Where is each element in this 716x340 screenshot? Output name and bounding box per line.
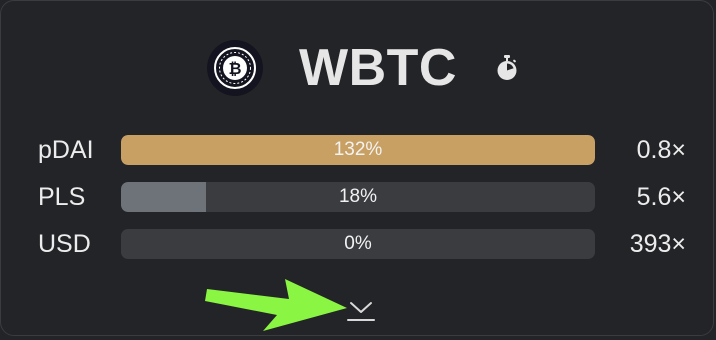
token-card: ₿ WBTC pDAI 132% 0.8× PLS 18% 5.6× USD 0… (0, 0, 714, 336)
progress-bar: 0% (121, 229, 595, 259)
bitcoin-icon: ₿ (207, 40, 263, 96)
svg-text:₿: ₿ (228, 59, 241, 78)
multiplier-value: 393× (629, 230, 686, 258)
progress-text: 0% (344, 233, 372, 254)
row-pdai: pDAI 132% 0.8× (1, 135, 716, 165)
progress-text: 18% (338, 186, 378, 207)
row-pls: PLS 18% 5.6× (1, 182, 716, 212)
token-name: WBTC (299, 39, 457, 97)
multiplier-value: 5.6× (636, 183, 686, 211)
progress-text: 132% (333, 139, 383, 160)
stopwatch-icon[interactable] (495, 54, 519, 82)
multiplier-value: 0.8× (636, 136, 686, 164)
row-usd: USD 0% 393× (1, 229, 716, 259)
row-label: PLS (38, 183, 86, 211)
token-header: ₿ WBTC (207, 39, 519, 97)
green-arrow-icon (201, 269, 351, 335)
row-label: USD (38, 230, 91, 258)
progress-bar: 132% (121, 135, 595, 165)
progress-bar: 18% (121, 182, 595, 212)
row-label: pDAI (38, 136, 94, 164)
